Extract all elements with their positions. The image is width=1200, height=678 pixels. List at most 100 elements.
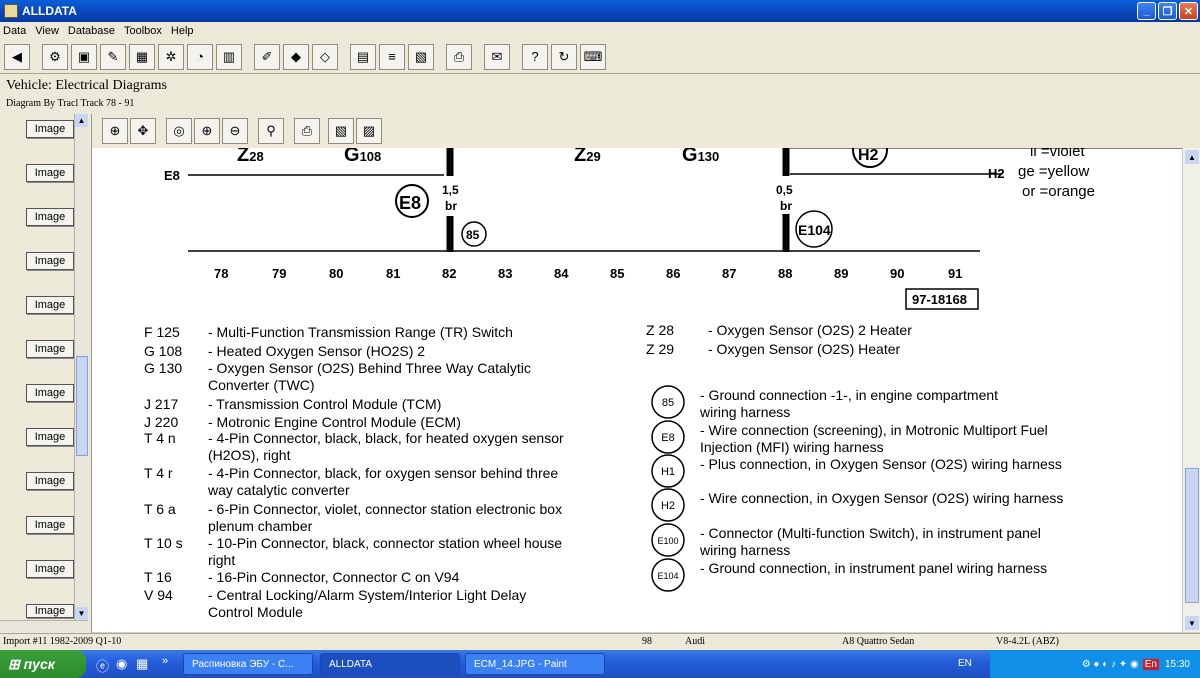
zoom-minus-icon[interactable]: ⊖ — [222, 118, 248, 144]
fax-icon[interactable]: ⌨ — [580, 43, 606, 70]
image-button[interactable]: Image — [26, 208, 74, 226]
legend-desc: - Plus connection, in Oxygen Sensor (O2S… — [700, 456, 1062, 472]
scroll-up-icon[interactable]: ▲ — [75, 114, 88, 127]
task-firefox[interactable]: Распиновка ЭБУ - С... — [183, 653, 313, 675]
wire1-color: br — [445, 199, 457, 213]
note-icon[interactable]: ✉ — [484, 43, 510, 70]
task-label: Распиновка ЭБУ - С... — [192, 658, 294, 670]
system-tray: ⚙ ● ◐ ♪ ✦ ◉ En 15:30 — [990, 650, 1200, 678]
menu-view[interactable]: View — [35, 25, 59, 37]
vehicle-icon[interactable]: ▣ — [71, 43, 97, 70]
image-button[interactable]: Image — [26, 428, 74, 446]
legend-desc: - Oxygen Sensor (O2S) Behind Three Way C… — [208, 360, 531, 376]
text-view-icon[interactable]: ≡ — [379, 43, 405, 70]
image-button[interactable]: Image — [26, 164, 74, 182]
h2-circle-label: H2 — [858, 148, 879, 164]
components-icon[interactable]: ✲ — [158, 43, 184, 70]
legend-code: V 94 — [144, 587, 173, 603]
scroll-down-icon[interactable]: ▼ — [1185, 616, 1199, 630]
image-button[interactable]: Image — [26, 252, 74, 270]
left-legend: F 125 - Multi-Function Transmission Range… — [144, 324, 564, 620]
image-button[interactable]: Image — [26, 340, 74, 358]
title-bar[interactable]: ALLDATA _ ❐ ✕ — [0, 0, 1200, 22]
legend-desc: - Multi-Function Transmission Range (TR)… — [208, 324, 513, 340]
scroll-thumb[interactable] — [1185, 468, 1199, 603]
desktop-icon[interactable]: ▦ — [136, 656, 148, 672]
image-button[interactable]: Image — [26, 560, 74, 578]
image-button[interactable]: Image — [26, 120, 74, 138]
track-83: 83 — [498, 266, 512, 281]
wire2-color: br — [780, 199, 792, 213]
legend-code: T 16 — [144, 569, 172, 585]
estimator-icon[interactable]: ◔ — [187, 43, 213, 70]
minimize-button[interactable]: _ — [1137, 2, 1156, 20]
zoom-in-icon[interactable]: ⊕ — [102, 118, 128, 144]
diagram-viewport[interactable]: Z28 G108 Z29 G130 H2 E8 H2 1,5 br 0,5 br — [92, 148, 1182, 632]
side-hscrollbar[interactable] — [0, 620, 88, 632]
tree-icon[interactable]: ✎ — [100, 43, 126, 70]
menu-data[interactable]: Data — [3, 25, 26, 37]
scroll-thumb[interactable] — [76, 356, 88, 456]
legend-desc: - Ground connection -1-, in engine compa… — [700, 387, 998, 403]
legend-code: T 4 n — [144, 430, 176, 446]
image-next-icon[interactable]: ▨ — [356, 118, 382, 144]
label-z28: Z28 — [237, 148, 264, 166]
new-car-icon[interactable]: ◆ — [283, 43, 309, 70]
task-paint[interactable]: ECM_14.JPG - Paint — [465, 653, 605, 675]
legend-code: J 217 — [144, 396, 178, 412]
zoom-plus-icon[interactable]: ⊕ — [194, 118, 220, 144]
split-view-icon[interactable]: ▤ — [350, 43, 376, 70]
maximize-button[interactable]: ❐ — [1158, 2, 1177, 20]
start-button[interactable]: ⊞ пуск — [0, 650, 86, 678]
image-view-icon[interactable]: ▧ — [408, 43, 434, 70]
ie-icon[interactable]: ⓔ — [96, 656, 109, 675]
e8-circle-label: E8 — [399, 193, 421, 213]
print-icon[interactable]: ⎙ — [446, 43, 472, 70]
label-g130: G130 — [682, 148, 719, 166]
print-icon[interactable]: ⎙ — [294, 118, 320, 144]
track-84: 84 — [554, 266, 569, 281]
book-icon[interactable]: ▥ — [216, 43, 242, 70]
window-title: ALLDATA — [22, 4, 77, 18]
status-number: 98 — [642, 636, 652, 647]
legend-connector-code: H1 — [661, 466, 675, 478]
paint-icon[interactable]: ✐ — [254, 43, 280, 70]
windows-logo-icon: ⊞ — [8, 655, 24, 672]
scroll-down-icon[interactable]: ▼ — [75, 607, 88, 620]
label-g108: G108 — [344, 148, 381, 166]
legend-desc: - 16-Pin Connector, Connector C on V94 — [208, 569, 460, 585]
page-title: Vehicle: Electrical Diagrams — [6, 78, 167, 93]
diagram-scrollbar[interactable]: ▲ ▼ — [1182, 148, 1200, 632]
legend-desc: (H2OS), right — [208, 447, 291, 463]
image-button[interactable]: Image — [26, 516, 74, 534]
scroll-up-icon[interactable]: ▲ — [1185, 150, 1199, 164]
quicklaunch-more-icon[interactable]: » — [162, 655, 168, 667]
image-prev-icon[interactable]: ▧ — [328, 118, 354, 144]
breadcrumb: Diagram By Tracl Track 78 - 91 — [6, 98, 135, 109]
image-button[interactable]: Image — [26, 384, 74, 402]
image-button[interactable]: Image — [26, 604, 74, 618]
menu-database[interactable]: Database — [68, 25, 115, 37]
magnify-icon[interactable]: ⚲ — [258, 118, 284, 144]
tsb-icon[interactable]: ▦ — [129, 43, 155, 70]
menu-toolbox[interactable]: Toolbox — [124, 25, 162, 37]
home-icon[interactable]: ⚙ — [42, 43, 68, 70]
image-button[interactable]: Image — [26, 296, 74, 314]
side-scrollbar[interactable]: ▲ ▼ — [74, 114, 88, 620]
tray-language[interactable]: En — [1142, 658, 1159, 670]
pan-icon[interactable]: ✥ — [130, 118, 156, 144]
image-button[interactable]: Image — [26, 472, 74, 490]
back-button[interactable]: ◀ — [4, 43, 30, 70]
close-button[interactable]: ✕ — [1179, 2, 1198, 20]
task-alldata[interactable]: ALLDATA — [320, 653, 460, 675]
zoom-100-icon[interactable]: ◎ — [166, 118, 192, 144]
tray-icons[interactable]: ⚙ ● ◐ ♪ ✦ ◉ — [1082, 659, 1139, 670]
refresh-icon[interactable]: ↻ — [551, 43, 577, 70]
legend-desc: right — [208, 552, 235, 568]
language-indicator[interactable]: EN — [958, 658, 972, 669]
firefox-quicklaunch-icon[interactable]: ◉ — [116, 656, 127, 672]
menu-help[interactable]: Help — [171, 25, 194, 37]
car-icon[interactable]: ◇ — [312, 43, 338, 70]
track-87: 87 — [722, 266, 736, 281]
help-icon[interactable]: ? — [522, 43, 548, 70]
